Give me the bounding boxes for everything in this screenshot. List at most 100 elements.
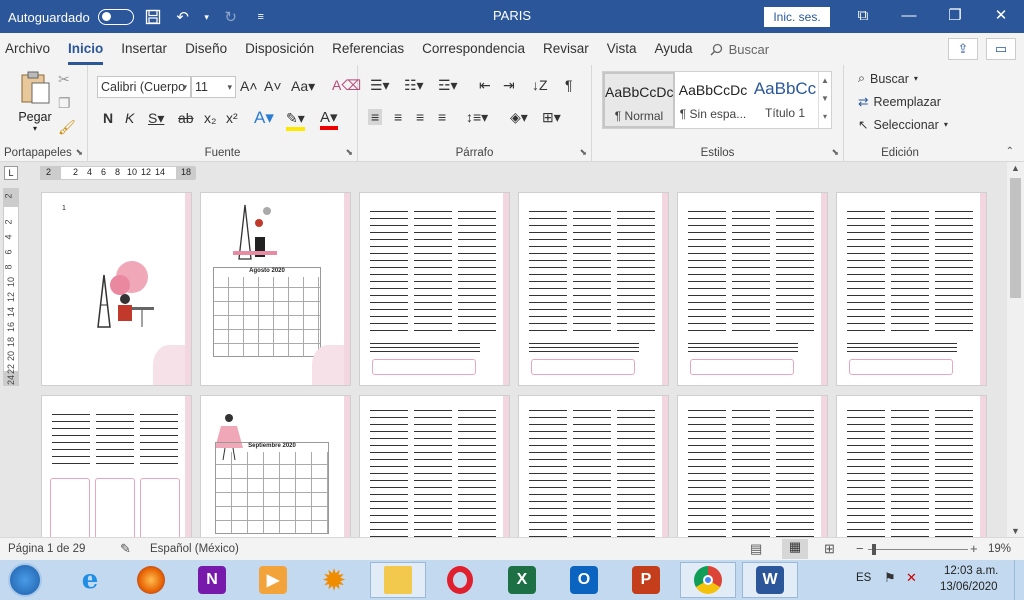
- page-thumbnail-1[interactable]: 1: [41, 192, 192, 386]
- page-thumbnail-5[interactable]: [677, 192, 828, 386]
- page-thumbnail-11[interactable]: [677, 395, 828, 537]
- tray-flag-icon[interactable]: ⚑: [884, 570, 896, 586]
- show-marks-icon[interactable]: ¶: [565, 77, 573, 93]
- page-thumbnail-3[interactable]: [359, 192, 510, 386]
- taskbar-explorer[interactable]: [370, 562, 426, 598]
- scroll-up-icon[interactable]: ▲: [1011, 163, 1020, 173]
- taskbar-outlook[interactable]: O: [556, 562, 612, 598]
- input-language[interactable]: ES: [856, 572, 871, 584]
- tab-referencias[interactable]: Referencias: [332, 33, 404, 65]
- share-button[interactable]: ⇪: [948, 38, 978, 60]
- vertical-scrollbar[interactable]: ▲ ▼: [1007, 162, 1024, 537]
- taskbar-chrome[interactable]: [680, 562, 736, 598]
- find-button[interactable]: ⌕ Buscar ▾: [858, 71, 918, 86]
- tab-archivo[interactable]: Archivo: [5, 33, 50, 65]
- line-spacing-icon[interactable]: ↕≡▾: [466, 109, 488, 126]
- zoom-slider[interactable]: [868, 544, 968, 555]
- taskbar-word[interactable]: W: [742, 562, 798, 598]
- scroll-down-icon[interactable]: ▼: [1011, 526, 1020, 536]
- collapse-ribbon-icon[interactable]: ⌃: [1006, 146, 1014, 157]
- select-button[interactable]: ↖ Seleccionar ▾: [858, 117, 948, 133]
- clock-time[interactable]: 12:03 a.m.: [944, 565, 998, 577]
- styles-scroll[interactable]: ▲ ▼ ▾: [818, 72, 831, 128]
- tab-inicio[interactable]: Inicio: [68, 33, 104, 65]
- strikethrough-icon[interactable]: ab: [178, 110, 194, 126]
- multilevel-list-icon[interactable]: ☲▾: [438, 77, 458, 94]
- tab-disposicion[interactable]: Disposición: [245, 33, 314, 65]
- clipboard-launcher-icon[interactable]: ⬊: [75, 147, 83, 158]
- zoom-level[interactable]: 19%: [988, 543, 1011, 555]
- paste-button[interactable]: Pegar ▾: [14, 71, 56, 135]
- increase-indent-icon[interactable]: ⇥: [503, 77, 515, 94]
- cut-icon[interactable]: ✂: [58, 71, 70, 88]
- minimize-button[interactable]: —: [894, 4, 924, 28]
- page-thumbnail-6[interactable]: [836, 192, 987, 386]
- page-thumbnail-9[interactable]: [359, 395, 510, 537]
- grow-font-icon[interactable]: A˄: [240, 78, 258, 94]
- tray-network-icon[interactable]: ✕: [906, 570, 917, 586]
- font-launcher-icon[interactable]: ⬊: [345, 147, 353, 158]
- scroll-thumb[interactable]: [1010, 178, 1021, 298]
- taskbar-opera[interactable]: [432, 562, 488, 598]
- font-size-combo[interactable]: 11 ▾: [191, 76, 236, 98]
- styles-launcher-icon[interactable]: ⬊: [831, 147, 839, 158]
- page-thumbnail-10[interactable]: [518, 395, 669, 537]
- italic-icon[interactable]: K: [125, 110, 134, 126]
- font-color-icon[interactable]: A▾: [320, 108, 338, 130]
- ruler-bar[interactable]: 2 2 4 6 8 10 12 14 18: [40, 166, 196, 180]
- tab-correspondencia[interactable]: Correspondencia: [422, 33, 525, 65]
- language-indicator[interactable]: Español (México): [150, 543, 239, 555]
- borders-icon[interactable]: ⊞▾: [542, 109, 561, 126]
- start-button[interactable]: [0, 562, 50, 598]
- tab-vista[interactable]: Vista: [607, 33, 637, 65]
- page-thumbnail-7[interactable]: [41, 395, 192, 537]
- taskbar-firefox[interactable]: [123, 562, 179, 598]
- proofing-icon[interactable]: ✎: [120, 541, 131, 557]
- page-thumbnail-8[interactable]: Septiembre 2020: [200, 395, 351, 537]
- taskbar-powerpoint[interactable]: P: [618, 562, 674, 598]
- comments-button[interactable]: ▭: [986, 38, 1016, 60]
- align-left-icon[interactable]: ≡: [368, 109, 383, 125]
- web-layout-icon[interactable]: ⊞: [824, 541, 835, 557]
- style-no-spacing[interactable]: AaBbCcDc ¶ Sin espa...: [677, 72, 749, 128]
- paragraph-launcher-icon[interactable]: ⬊: [579, 147, 587, 158]
- sort-icon[interactable]: ↓Z: [532, 77, 548, 93]
- ribbon-display-options-icon[interactable]: ⧉: [848, 4, 878, 28]
- sign-in-button[interactable]: Inic. ses.: [764, 7, 830, 27]
- document-canvas[interactable]: 1 Agosto 2020 Septiembre 2020: [22, 184, 1005, 537]
- clock-date[interactable]: 13/06/2020: [940, 581, 998, 593]
- read-mode-icon[interactable]: ▤: [750, 541, 762, 557]
- page-info[interactable]: Página 1 de 29: [8, 543, 85, 555]
- taskbar-excel[interactable]: X: [494, 562, 550, 598]
- zoom-slider-thumb[interactable]: [872, 544, 876, 555]
- taskbar-onenote[interactable]: N: [184, 562, 240, 598]
- print-layout-icon[interactable]: ▦: [782, 539, 808, 559]
- clear-formatting-icon[interactable]: A⌫: [332, 77, 361, 94]
- style-heading1[interactable]: AaBbCc Título 1: [751, 72, 819, 128]
- format-painter-icon[interactable]: 🖌: [58, 119, 76, 136]
- superscript-icon[interactable]: x²: [226, 110, 238, 126]
- tab-revisar[interactable]: Revisar: [543, 33, 589, 65]
- text-effects-icon[interactable]: A▾: [254, 108, 274, 128]
- numbering-icon[interactable]: ☷▾: [404, 77, 424, 94]
- page-thumbnail-12[interactable]: [836, 395, 987, 537]
- highlight-icon[interactable]: ✎▾: [286, 110, 305, 131]
- taskbar-media[interactable]: ▶: [245, 562, 301, 598]
- justify-icon[interactable]: ≡: [438, 109, 446, 125]
- shrink-font-icon[interactable]: A˅: [264, 78, 282, 94]
- bullets-icon[interactable]: ☰▾: [370, 77, 390, 94]
- search-box[interactable]: Buscar: [710, 42, 769, 57]
- tab-selector[interactable]: L: [4, 166, 18, 180]
- taskbar-ie[interactable]: e: [62, 562, 118, 598]
- underline-icon[interactable]: S▾: [148, 110, 164, 127]
- tab-ayuda[interactable]: Ayuda: [655, 33, 693, 65]
- tab-insertar[interactable]: Insertar: [121, 33, 167, 65]
- style-normal[interactable]: AaBbCcDc ¶ Normal: [603, 72, 675, 128]
- close-button[interactable]: ✕: [986, 4, 1016, 28]
- show-desktop-button[interactable]: [1014, 560, 1024, 600]
- decrease-indent-icon[interactable]: ⇤: [479, 77, 491, 94]
- shading-icon[interactable]: ◈▾: [510, 109, 528, 126]
- subscript-icon[interactable]: x₂: [204, 110, 216, 126]
- align-center-icon[interactable]: ≡: [394, 109, 402, 125]
- align-right-icon[interactable]: ≡: [416, 109, 424, 125]
